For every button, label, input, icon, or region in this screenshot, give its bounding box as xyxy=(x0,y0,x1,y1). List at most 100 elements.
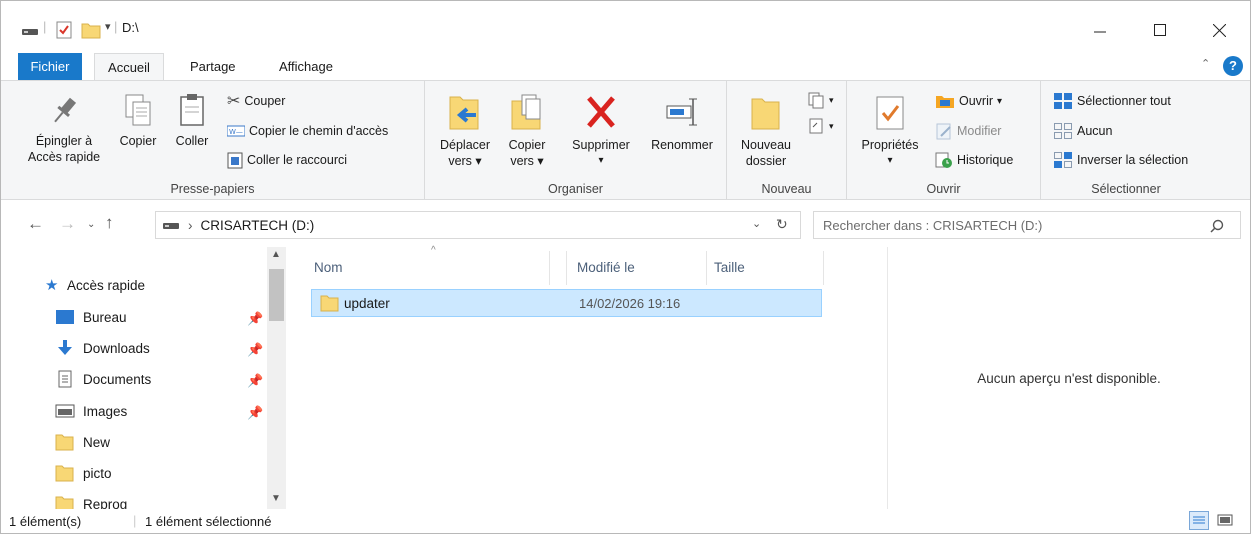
pin-icon[interactable]: 📌 xyxy=(247,342,263,358)
sidebar-item-picto[interactable]: picto xyxy=(55,459,287,487)
new-item-button[interactable]: ▾ xyxy=(807,89,834,111)
column-header-modified[interactable]: Modifié le xyxy=(549,251,707,285)
easy-access-button[interactable]: ▾ xyxy=(807,115,834,137)
forward-arrow-icon[interactable]: → xyxy=(59,214,76,234)
move-to-icon xyxy=(449,96,479,130)
ribbon-tabs: Fichier Accueil Partage Affichage ⌃ ? xyxy=(1,53,1250,80)
minimize-button[interactable] xyxy=(1077,13,1123,47)
collapse-ribbon-icon[interactable]: ⌃ xyxy=(1201,57,1210,70)
quick-access[interactable]: ★ Accès rapide xyxy=(45,271,287,299)
details-view-button[interactable] xyxy=(1189,511,1209,530)
maximize-icon xyxy=(1154,24,1166,36)
status-bar: 1 élément(s) | 1 élément sélectionné xyxy=(1,509,1250,533)
delete-button[interactable]: Supprimer ▾ xyxy=(565,93,637,169)
pin-quick-access-button[interactable]: Épingler à Accès rapide xyxy=(19,93,109,165)
breadcrumb-drive[interactable]: CRISARTECH (D:) xyxy=(201,218,315,233)
edit-button[interactable]: Modifier xyxy=(935,120,1001,142)
maximize-button[interactable] xyxy=(1137,13,1183,47)
select-none-icon xyxy=(1054,123,1072,139)
explorer-window: | ▾ | D:\ Fichier Accueil Partage Affich… xyxy=(0,0,1251,534)
tab-file[interactable]: Fichier xyxy=(18,53,82,80)
search-input[interactable]: Rechercher dans : CRISARTECH (D:) xyxy=(813,211,1241,239)
invert-selection-button[interactable]: Inverser la sélection xyxy=(1053,149,1188,171)
pin-icon[interactable]: 📌 xyxy=(247,373,263,389)
back-arrow-icon[interactable]: ← xyxy=(27,214,44,234)
properties-button[interactable]: Propriétés ▾ xyxy=(853,93,927,169)
tab-share[interactable]: Partage xyxy=(180,53,246,80)
preview-pane: Aucun aperçu n'est disponible. xyxy=(887,247,1250,509)
scroll-down-icon[interactable]: ▼ xyxy=(271,493,281,504)
address-dropdown-icon[interactable]: ⌄ xyxy=(752,217,761,230)
selection-count: 1 élément sélectionné xyxy=(145,514,272,529)
tab-home[interactable]: Accueil xyxy=(94,53,164,80)
tab-view[interactable]: Affichage xyxy=(269,53,343,80)
copy-to-icon xyxy=(511,94,541,130)
large-icons-view-button[interactable] xyxy=(1216,512,1236,530)
history-button[interactable]: Historique xyxy=(935,149,1013,171)
group-select: Sélectionner tout Aucun Inverser la séle… xyxy=(1041,81,1211,199)
scrollbar-thumb[interactable] xyxy=(269,269,284,321)
column-header-name[interactable]: Nom xyxy=(287,251,567,285)
pin-icon[interactable]: 📌 xyxy=(247,311,263,327)
cut-button[interactable]: ✂ Couper xyxy=(227,90,285,112)
image-icon xyxy=(55,404,75,418)
new-folder-icon[interactable] xyxy=(81,19,101,41)
copy-path-button[interactable]: W— Copier le chemin d'accès xyxy=(227,120,388,142)
paste-shortcut-button[interactable]: Coller le raccourci xyxy=(227,149,347,171)
group-label-organize: Organiser xyxy=(548,182,603,196)
properties-icon[interactable] xyxy=(55,19,73,41)
folder-icon xyxy=(55,465,74,482)
sidebar-item-reprog[interactable]: Reprog xyxy=(55,490,287,509)
customize-toolbar-icon[interactable]: ▾ xyxy=(105,20,111,42)
new-folder-button[interactable]: Nouveau dossier xyxy=(735,93,797,169)
large-icons-view-icon xyxy=(1217,514,1233,526)
copy-path-icon: W— xyxy=(227,125,245,137)
open-folder-icon xyxy=(936,96,954,108)
sidebar-item-new[interactable]: New xyxy=(55,428,287,456)
easy-access-icon xyxy=(809,118,823,134)
group-clipboard: Épingler à Accès rapide Copier Coller ✂ … xyxy=(1,81,425,199)
select-all-button[interactable]: Sélectionner tout xyxy=(1053,90,1171,112)
scroll-up-icon[interactable]: ▲ xyxy=(271,249,281,260)
paste-button[interactable]: Coller xyxy=(167,93,217,149)
copy-to-button[interactable]: Copier vers ▾ xyxy=(503,93,551,169)
new-item-icon xyxy=(808,92,824,109)
select-none-button[interactable]: Aucun xyxy=(1053,120,1112,142)
details-view-icon xyxy=(1193,516,1205,524)
history-icon xyxy=(935,152,952,168)
copy-button[interactable]: Copier xyxy=(113,93,163,149)
minimize-icon xyxy=(1094,31,1106,33)
group-label-clipboard: Presse-papiers xyxy=(170,182,255,196)
download-icon xyxy=(58,340,72,355)
address-bar[interactable]: › CRISARTECH (D:) ⌄ ↻ xyxy=(155,211,801,239)
file-name: updater xyxy=(344,296,390,311)
window-title: D:\ xyxy=(122,20,139,35)
up-arrow-icon[interactable]: ↑ xyxy=(105,213,114,233)
open-button[interactable]: Ouvrir ▾ xyxy=(935,90,1002,112)
desktop-icon xyxy=(56,310,74,324)
column-header-size[interactable]: Taille xyxy=(687,251,824,285)
navigation-bar: ← → ⌄ ↑ › CRISARTECH (D:) ⌄ ↻ Rechercher… xyxy=(1,201,1250,247)
help-icon[interactable]: ? xyxy=(1223,56,1243,76)
breadcrumb-chevron-icon[interactable]: › xyxy=(188,218,193,233)
refresh-icon[interactable]: ↻ xyxy=(776,216,788,233)
group-open: Propriétés ▾ Ouvrir ▾ Modifier Historique… xyxy=(847,81,1041,199)
table-row[interactable]: updater 14/02/2026 19:16 xyxy=(311,289,822,317)
recent-locations-icon[interactable]: ⌄ xyxy=(87,219,95,230)
close-button[interactable] xyxy=(1196,13,1242,47)
properties-icon xyxy=(876,96,904,130)
rename-button[interactable]: Renommer xyxy=(643,93,721,153)
pin-icon[interactable]: 📌 xyxy=(247,405,263,421)
separator: | xyxy=(43,19,47,34)
file-modified: 14/02/2026 19:16 xyxy=(579,296,681,311)
preview-message: Aucun aperçu n'est disponible. xyxy=(977,370,1161,386)
item-count: 1 élément(s) xyxy=(9,514,82,529)
nav-scrollbar[interactable]: ▲ ▼ xyxy=(267,247,286,509)
navigation-pane: ★ Accès rapide Bureau 📌 Downloads 📌 Docu… xyxy=(1,247,287,509)
folder-icon xyxy=(751,98,780,130)
separator: | xyxy=(114,19,118,34)
folder-icon xyxy=(320,295,339,312)
select-all-icon xyxy=(1054,93,1072,109)
move-to-button[interactable]: Déplacer vers ▾ xyxy=(435,93,495,169)
drive-icon xyxy=(163,223,179,229)
